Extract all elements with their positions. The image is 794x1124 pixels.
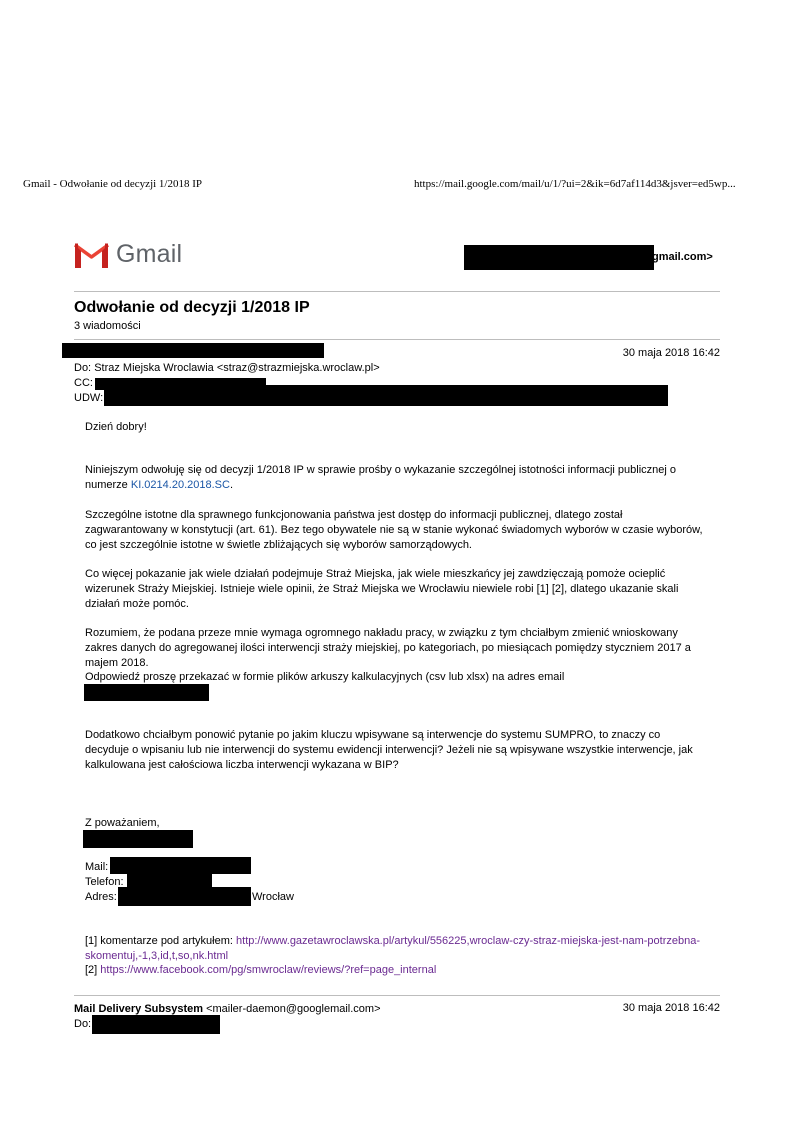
thread-subject: Odwołanie od decyzji 1/2018 IP bbox=[74, 299, 310, 316]
paragraph-1: Niniejszym odwołuję się od decyzji 1/201… bbox=[85, 463, 705, 493]
redacted-recipient bbox=[92, 1015, 220, 1034]
sender-name: Mail Delivery Subsystem bbox=[74, 1003, 204, 1015]
bcc-label: UDW: bbox=[74, 392, 104, 404]
greeting: Dzień dobry! bbox=[85, 421, 147, 433]
message-date: 30 maja 2018 16:42 bbox=[622, 347, 720, 359]
redacted-email bbox=[84, 684, 209, 701]
gmail-wordmark: Gmail bbox=[116, 240, 183, 268]
gmail-logo[interactable]: Gmail bbox=[73, 240, 182, 269]
redacted-account-name bbox=[464, 245, 654, 270]
divider bbox=[74, 339, 720, 340]
paragraph-5: Odpowiedź proszę przekazać w formie plik… bbox=[85, 671, 565, 683]
redacted-signature-name bbox=[83, 830, 193, 848]
reference-2-text: [2] bbox=[85, 964, 101, 976]
redacted-mail bbox=[110, 857, 251, 874]
redacted-sender bbox=[62, 343, 324, 358]
gmail-m-icon bbox=[73, 243, 110, 268]
address-label: Adres: bbox=[85, 891, 117, 903]
redacted-bcc bbox=[104, 385, 668, 406]
address-city: Wrocław bbox=[252, 891, 294, 903]
paragraph-3: Co więcej pokazanie jak wiele działań po… bbox=[85, 568, 679, 610]
reference-1: [1] komentarze pod artykułem: http://www… bbox=[85, 934, 700, 964]
message-2-to-label: Do: bbox=[74, 1018, 92, 1030]
print-header-title: Gmail - Odwołanie od decyzji 1/2018 IP bbox=[23, 178, 203, 190]
message-2-date: 30 maja 2018 16:42 bbox=[622, 1002, 720, 1014]
paragraph-6: Dodatkowo chciałbym ponowić pytanie po j… bbox=[85, 729, 693, 771]
print-header-url: https://mail.google.com/mail/u/1/?ui=2&i… bbox=[414, 178, 736, 190]
reference-2-link[interactable]: https://www.facebook.com/pg/smwroclaw/re… bbox=[100, 964, 436, 976]
divider bbox=[74, 291, 720, 292]
paragraph-2: Szczególne istotne dla sprawnego funkcjo… bbox=[85, 509, 703, 551]
case-number-link[interactable]: KI.0214.20.2018.SC bbox=[131, 479, 230, 491]
sender-email: <mailer-daemon@googlemail.com> bbox=[206, 1003, 381, 1015]
cc-label: CC: bbox=[74, 377, 93, 389]
redacted-address bbox=[118, 887, 251, 906]
mail-label: Mail: bbox=[85, 861, 109, 873]
divider bbox=[74, 995, 720, 996]
recipient-line: Do: Straz Miejska Wroclawia <straz@straz… bbox=[74, 361, 380, 376]
paragraph-4: Rozumiem, że podana przeze mnie wymaga o… bbox=[85, 627, 691, 669]
to-label: Do: bbox=[74, 362, 92, 374]
account-email: gmail.com> bbox=[652, 251, 713, 263]
to-address: Straz Miejska Wroclawia <straz@strazmiej… bbox=[94, 362, 380, 374]
closing: Z poważaniem, bbox=[85, 817, 160, 829]
reference-2: [2] https://www.facebook.com/pg/smwrocla… bbox=[85, 963, 436, 978]
paragraph-1-end: . bbox=[229, 479, 233, 491]
message-count: 3 wiadomości bbox=[74, 320, 141, 332]
reference-1-text: [1] komentarze pod artykułem: bbox=[85, 935, 237, 947]
